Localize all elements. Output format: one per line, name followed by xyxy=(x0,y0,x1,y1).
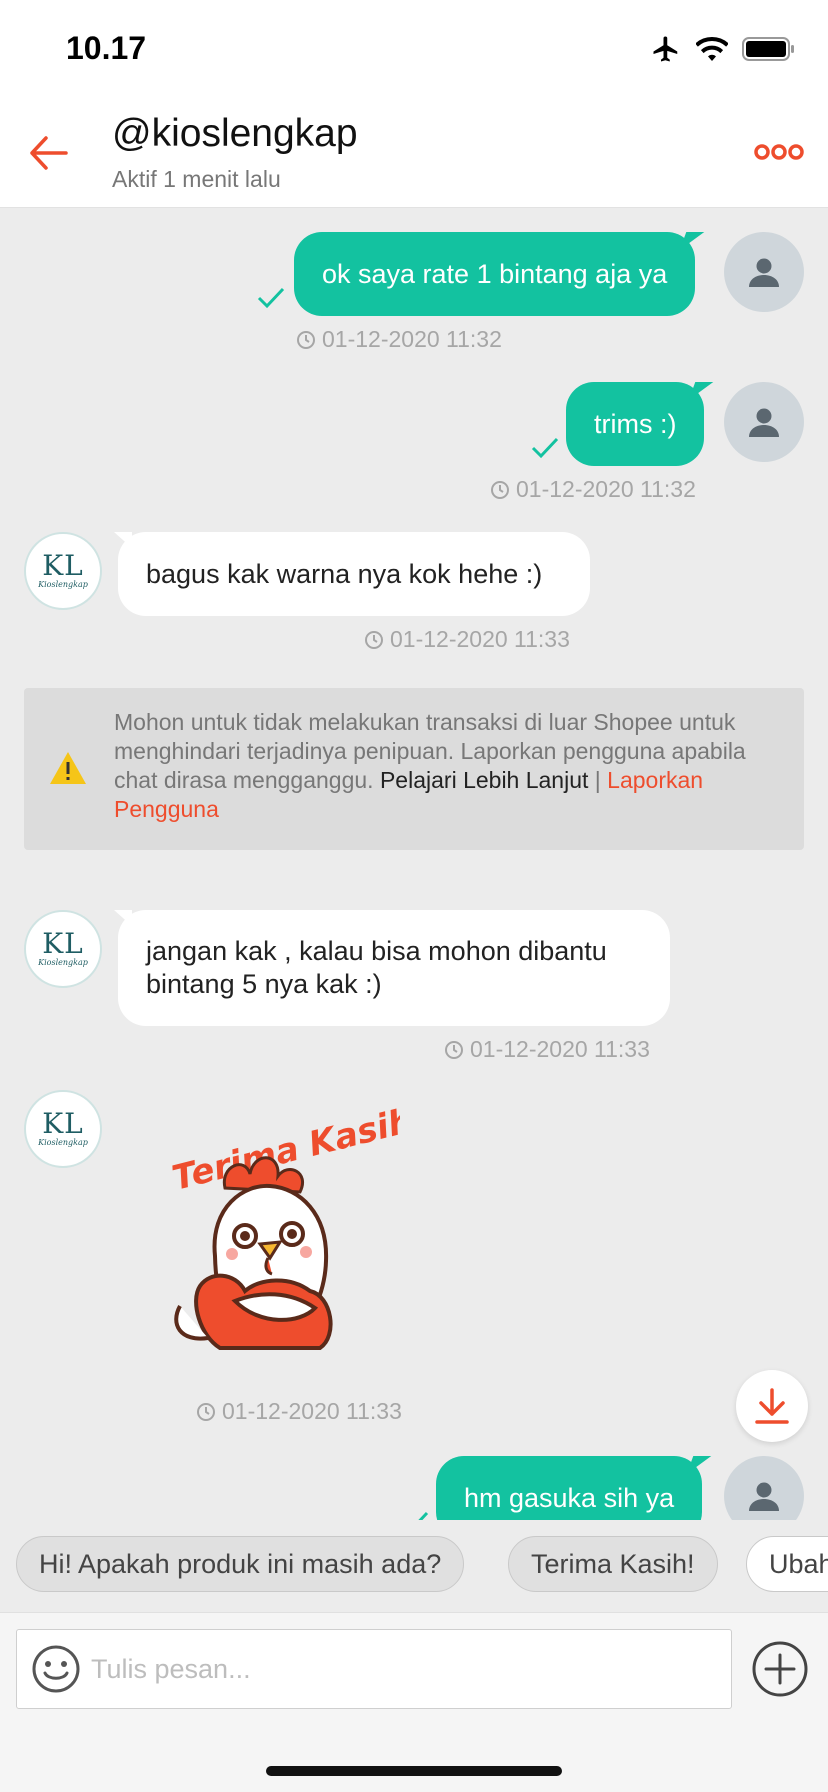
clock-icon xyxy=(297,330,315,349)
wifi-icon xyxy=(696,36,728,62)
clock-icon xyxy=(445,1040,463,1059)
more-dots-icon xyxy=(754,144,804,160)
warning-text: Mohon untuk tidak melakukan transaksi di… xyxy=(114,709,746,822)
clock-icon xyxy=(365,630,383,649)
home-indicator[interactable] xyxy=(266,1766,562,1776)
outgoing-message[interactable]: hm gasuka sih ya xyxy=(436,1456,703,1520)
clock-icon xyxy=(491,480,509,499)
message-timestamp: 01-12-2020 11:33 xyxy=(196,1398,402,1425)
shop-avatar[interactable]: KL Kioslengkap xyxy=(24,532,102,610)
download-arrow-icon xyxy=(755,1388,789,1424)
message-input-box[interactable] xyxy=(16,1629,732,1709)
user-avatar xyxy=(724,232,804,312)
user-avatar xyxy=(724,1456,804,1520)
person-icon xyxy=(749,408,779,437)
message-timestamp: 01-12-2020 11:33 xyxy=(364,626,570,653)
outgoing-message[interactable]: trims :) xyxy=(566,382,705,466)
quick-reply-chip[interactable]: Terima Kasih! xyxy=(508,1536,718,1592)
battery-icon xyxy=(742,36,796,62)
clock-icon xyxy=(197,1402,215,1421)
incoming-message[interactable]: jangan kak , kalau bisa mohon dibantu bi… xyxy=(114,910,670,1026)
smiley-icon xyxy=(32,1645,80,1693)
chat-status: Aktif 1 menit lalu xyxy=(112,166,281,192)
safety-warning: Mohon untuk tidak melakukan transaksi di… xyxy=(24,688,804,850)
learn-more-link[interactable]: Pelajari Lebih Lanjut xyxy=(380,767,588,793)
attach-button[interactable] xyxy=(750,1639,810,1699)
message-input[interactable] xyxy=(91,1640,711,1698)
warning-icon xyxy=(50,752,86,784)
shop-avatar[interactable]: KL Kioslengkap xyxy=(24,1090,102,1168)
emoji-button[interactable] xyxy=(31,1644,81,1694)
scroll-to-bottom-button[interactable] xyxy=(736,1370,808,1442)
arrow-left-icon xyxy=(30,136,68,170)
person-icon xyxy=(749,258,779,287)
status-icons xyxy=(650,34,796,64)
outgoing-message[interactable]: ok saya rate 1 bintang aja ya xyxy=(294,232,696,316)
quick-reply-chip[interactable]: Ubah xyxy=(746,1536,828,1592)
person-icon xyxy=(749,1482,779,1511)
bottom-safe-area xyxy=(0,1722,828,1792)
incoming-message[interactable]: bagus kak warna nya kok hehe :) xyxy=(114,532,590,616)
chat-header: @kioslengkap Aktif 1 menit lalu xyxy=(0,100,828,208)
message-input-bar xyxy=(0,1612,828,1722)
shop-avatar[interactable]: KL Kioslengkap xyxy=(24,910,102,988)
user-avatar xyxy=(724,382,804,462)
message-timestamp: 01-12-2020 11:32 xyxy=(296,326,502,353)
read-check-icon xyxy=(257,287,285,309)
read-check-icon xyxy=(531,437,559,459)
airplane-icon xyxy=(650,34,682,64)
status-time: 10.17 xyxy=(66,30,147,66)
quick-reply-chip[interactable]: Hi! Apakah produk ini masih ada? xyxy=(16,1536,465,1592)
back-button[interactable] xyxy=(24,128,74,178)
message-timestamp: 01-12-2020 11:33 xyxy=(444,1036,650,1063)
read-check-icon xyxy=(418,1511,429,1520)
status-bar: 10.17 xyxy=(0,0,828,100)
plus-circle-icon xyxy=(752,1641,808,1697)
more-options-button[interactable] xyxy=(754,140,804,164)
sticker-message[interactable]: Terima Kasih! xyxy=(150,1086,432,1366)
chicken-sticker-icon: Terima Kasih! xyxy=(168,1097,432,1351)
chat-messages[interactable]: ok saya rate 1 bintang aja ya 01-12-2020… xyxy=(0,208,828,1520)
quick-replies: Hi! Apakah produk ini masih ada? Terima … xyxy=(0,1520,828,1612)
message-timestamp: 01-12-2020 11:32 xyxy=(490,476,696,503)
chat-title[interactable]: @kioslengkap xyxy=(112,112,358,156)
